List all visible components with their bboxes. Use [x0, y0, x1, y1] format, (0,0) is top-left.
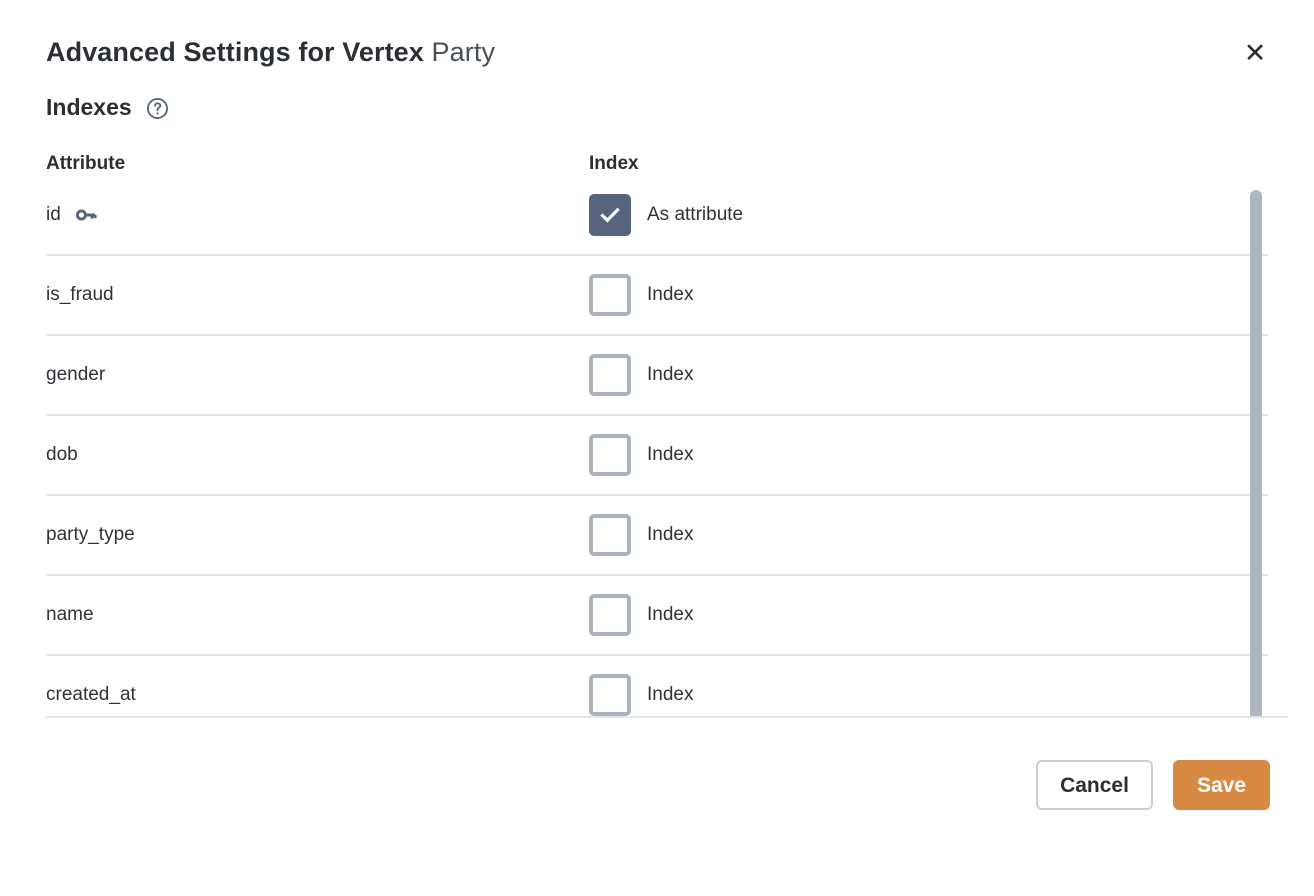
index-cell: Index [589, 594, 1216, 636]
index-checkbox-label: Index [647, 444, 694, 465]
indexes-row-list: id As attribute is_fraud Index gender Index do… [46, 176, 1268, 716]
table-row: gender Index [46, 336, 1268, 416]
table-header-row: Attribute Index [46, 122, 1268, 176]
attribute-name: name [46, 604, 94, 625]
index-checkbox[interactable] [589, 594, 631, 636]
save-button[interactable]: Save [1172, 760, 1270, 810]
index-cell: Index [589, 274, 1216, 316]
page-title: Advanced Settings for Vertex Party [46, 34, 1268, 70]
index-cell: Index [589, 434, 1216, 476]
index-checkbox[interactable] [589, 354, 631, 396]
help-circle-icon[interactable] [146, 97, 169, 120]
index-cell: Index [589, 354, 1216, 396]
indexes-section-header: Indexes [0, 70, 1314, 122]
table-row: dob Index [46, 416, 1268, 496]
close-icon: ✕ [1243, 37, 1267, 69]
attribute-cell: is_fraud [46, 282, 589, 308]
attribute-name: dob [46, 444, 78, 465]
attribute-name: party_type [46, 524, 135, 545]
index-checkbox-label: Index [647, 284, 694, 305]
attribute-name: created_at [46, 684, 136, 705]
key-icon [75, 209, 97, 221]
attribute-cell: created_at [46, 682, 589, 708]
advanced-settings-dialog: Advanced Settings for Vertex Party ✕ Ind… [0, 0, 1314, 896]
page-title-entity: Party [431, 37, 496, 67]
table-row: name Index [46, 576, 1268, 656]
index-checkbox-label: Index [647, 524, 694, 545]
index-checkbox[interactable] [589, 514, 631, 556]
table-row: created_at Index [46, 656, 1268, 716]
index-checkbox-label: Index [647, 364, 694, 385]
table-row: party_type Index [46, 496, 1268, 576]
attribute-name: id [46, 204, 61, 225]
index-checkbox-label: As attribute [647, 204, 744, 225]
table-row: is_fraud Index [46, 256, 1268, 336]
scrollbar-thumb[interactable] [1250, 190, 1262, 716]
attribute-cell: dob [46, 442, 589, 468]
page-title-bold: Advanced Settings for Vertex [46, 37, 424, 67]
table-row: id As attribute [46, 176, 1268, 256]
attribute-name: gender [46, 364, 106, 385]
attribute-cell: party_type [46, 522, 589, 548]
attribute-cell: name [46, 602, 589, 628]
close-button[interactable]: ✕ [1238, 36, 1272, 70]
column-header-index: Index [589, 153, 639, 174]
index-checkbox-label: Index [647, 684, 694, 705]
dialog-footer: Cancel Save [0, 718, 1314, 896]
attribute-cell: id [46, 202, 589, 228]
indexes-scroll-area: id As attribute is_fraud Index gender Index do… [46, 176, 1268, 716]
index-cell: Index [589, 674, 1216, 716]
index-checkbox[interactable] [589, 674, 631, 716]
index-cell: As attribute [589, 194, 1216, 236]
dialog-header: Advanced Settings for Vertex Party ✕ [0, 0, 1314, 70]
index-checkbox[interactable] [589, 274, 631, 316]
index-checkbox[interactable] [589, 434, 631, 476]
index-cell: Index [589, 514, 1216, 556]
cancel-button[interactable]: Cancel [1036, 760, 1153, 810]
attribute-cell: gender [46, 362, 589, 388]
section-title: Indexes [46, 94, 132, 120]
index-checkbox[interactable] [589, 194, 631, 236]
check-icon [600, 207, 620, 223]
indexes-table: Attribute Index id As attribute is_fraud In… [0, 122, 1314, 716]
attribute-name: is_fraud [46, 284, 114, 305]
index-checkbox-label: Index [647, 604, 694, 625]
scrollbar-track[interactable] [1250, 176, 1262, 716]
column-header-attribute: Attribute [46, 153, 126, 174]
